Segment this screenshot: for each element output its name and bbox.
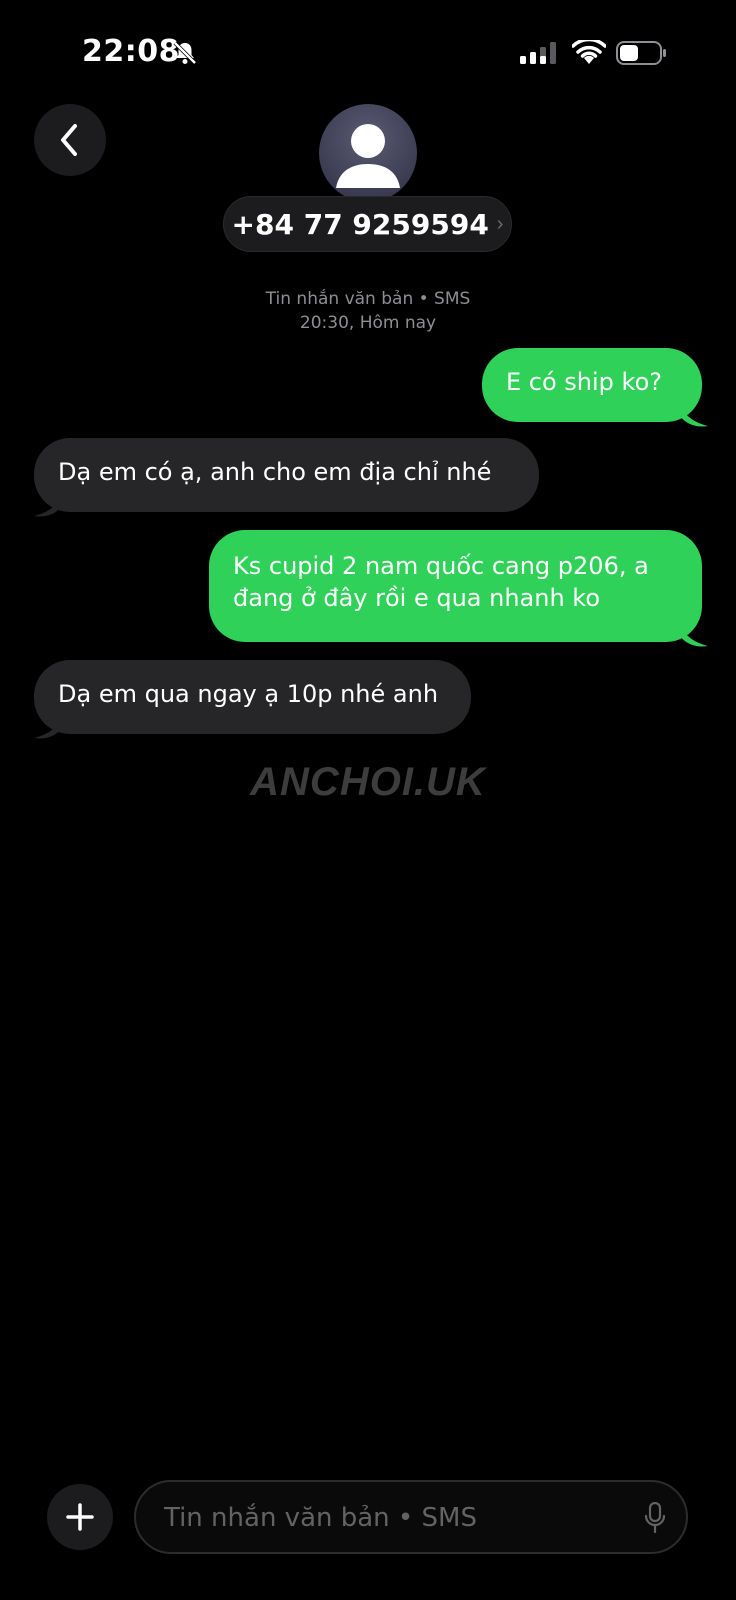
contact-avatar[interactable] [319, 104, 417, 202]
message-composer [134, 1480, 688, 1554]
message-input[interactable] [162, 1482, 606, 1554]
message-bubble-received[interactable]: Dạ em qua ngay ạ 10p nhé anh [34, 660, 471, 734]
status-time: 22:08 [82, 34, 180, 69]
message-bubble-sent[interactable]: Ks cupid 2 nam quốc cang p206, a đang ở … [209, 530, 702, 642]
microphone-icon[interactable] [644, 1502, 666, 1534]
thread-timestamp: 20:30, Hôm nay [299, 313, 437, 333]
message-bubble-received[interactable]: Dạ em có ạ, anh cho em địa chỉ nhé [34, 438, 539, 512]
person-icon [336, 124, 400, 188]
plus-icon [66, 1503, 94, 1531]
chevron-right-icon: › [496, 212, 504, 235]
watermark: ANCHOI.UK [250, 760, 486, 804]
contact-name-button[interactable]: +84 77 9259594 › [223, 196, 512, 252]
add-attachment-button[interactable] [47, 1484, 113, 1550]
thread-type-label: Tin nhắn văn bản • SMS [265, 289, 471, 309]
signal-icon [520, 42, 556, 64]
bubble-tail [34, 490, 62, 517]
bell-slash-icon [173, 41, 197, 65]
bubble-tail [680, 400, 708, 427]
bubble-tail [680, 620, 708, 647]
bubble-tail [34, 712, 62, 739]
contact-name: +84 77 9259594 [231, 207, 489, 241]
wifi-icon [572, 40, 606, 64]
chevron-left-icon [61, 124, 77, 156]
back-button[interactable] [34, 104, 106, 176]
message-bubble-sent[interactable]: E có ship ko? [482, 348, 702, 422]
battery-icon [616, 41, 666, 65]
